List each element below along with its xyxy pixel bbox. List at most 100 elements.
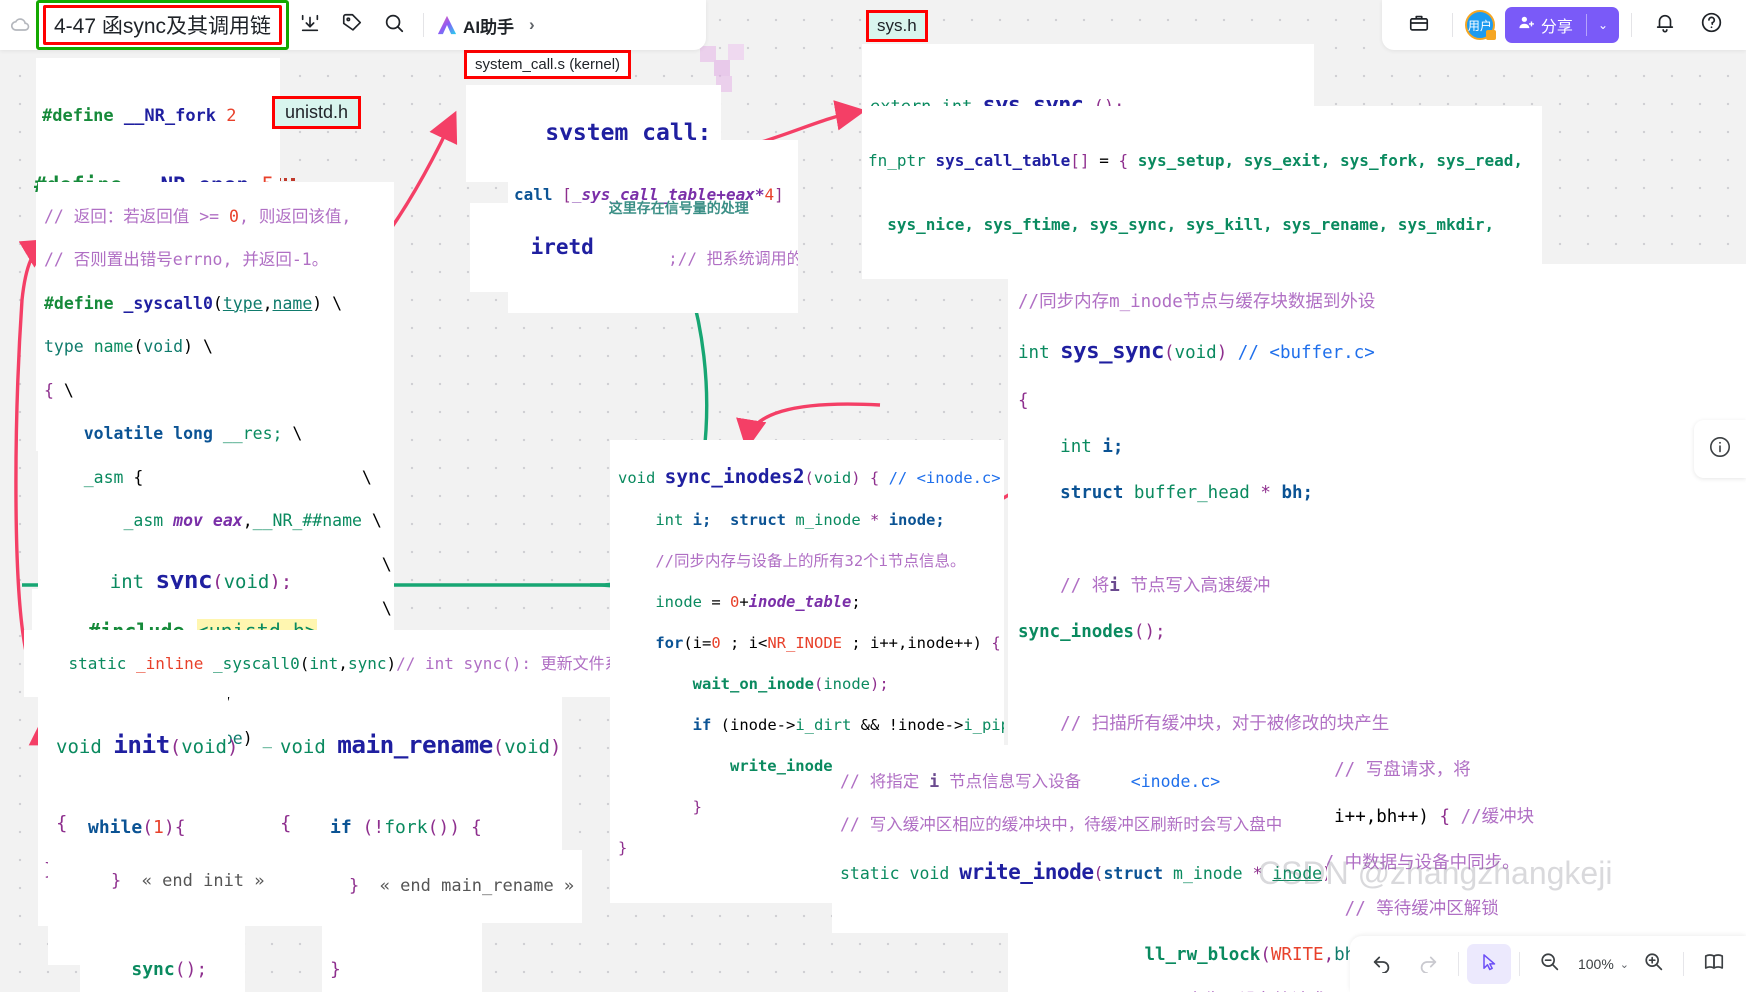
label-unistd-h-text: unistd.h: [285, 102, 349, 122]
code-line: //同步内存m_inode节点与缓存块数据到外设: [1018, 292, 1376, 313]
info-panel[interactable]: [1694, 420, 1746, 478]
code-line: // 将i 节点写入高速缓冲: [1060, 575, 1271, 596]
share-label: 分享: [1540, 19, 1573, 36]
code-line: // 写入缓冲区相应的缓冲块中，待缓冲区刷新时会写入盘中: [840, 815, 1283, 835]
zoom-in-button[interactable]: [1631, 944, 1675, 984]
zoom-in-icon: [1643, 951, 1664, 977]
help-icon: [1700, 11, 1723, 39]
code-line: wait_on_inode(inode);: [692, 675, 889, 694]
zoom-out-icon: [1539, 951, 1560, 977]
fit-to-screen-icon: [1703, 951, 1725, 978]
info-icon[interactable]: [1708, 435, 1732, 464]
redo-icon: [1417, 951, 1439, 978]
code-line: int sys_sync(void) // <buffer.c>: [1018, 338, 1375, 365]
code-line: void main_rename(void): [280, 730, 562, 760]
zoom-level-label[interactable]: 100%: [1574, 956, 1618, 972]
search-button[interactable]: [373, 4, 415, 46]
code-line: // 返回：若返回值 >= 0, 则返回该值,: [44, 206, 352, 226]
code-line: _asm { \: [83, 467, 372, 487]
redo-button[interactable]: [1406, 944, 1450, 984]
cursor-icon: [1479, 952, 1499, 977]
download-icon: [299, 12, 321, 39]
tag-icon: [341, 12, 363, 39]
code-line: for(i=0 ; i<NR_INODE ; i++,inode++) {: [655, 634, 1001, 653]
document-title-wrapper[interactable]: 4-47 函sync及其调用链: [36, 0, 290, 50]
document-title[interactable]: 4-47 函sync及其调用链: [54, 15, 271, 38]
node-write-inode-block[interactable]: // 将指定 i 节点信息写入设备 <inode.c> // 写入缓冲区相应的缓…: [832, 745, 1327, 934]
share-main[interactable]: 分享: [1505, 13, 1586, 37]
node-main-rename-end[interactable]: } « end main_rename »: [300, 850, 583, 924]
toolbar-divider-right-2: [1631, 13, 1632, 37]
code-line: if (inode->i_dirt && !inode->i_pipe): [692, 716, 1004, 734]
zoom-out-button[interactable]: [1528, 944, 1572, 984]
code-line: // 将指定 i 节点信息写入设备 <inode.c>: [840, 771, 1221, 791]
code-line: void init(void): [56, 730, 239, 760]
toolbox-button[interactable]: [1398, 4, 1440, 46]
top-right-toolbar[interactable]: 用户 分享 ⌄: [1381, 0, 1746, 50]
code-line: type name(void) \: [44, 337, 213, 357]
label-unistd-h[interactable]: unistd.h: [272, 96, 362, 129]
bottom-divider-1: [1457, 952, 1459, 976]
whiteboard-canvas[interactable]: 4-47 函sync及其调用链 AI助手 › 用户 分享 ⌄ 100% ⌄ CS…: [0, 0, 1746, 992]
code-line: int i;: [1060, 437, 1124, 458]
tag-button[interactable]: [331, 4, 373, 46]
toolbar-divider-right: [1451, 13, 1453, 37]
share-user-add-icon: [1518, 14, 1535, 36]
undo-icon: [1371, 951, 1393, 978]
code-line: }: [330, 959, 341, 980]
toolbox-icon: [1408, 12, 1430, 39]
zoom-dropdown-caret[interactable]: ⌄: [1620, 958, 1629, 971]
code-line: static void write_inode(struct m_inode *…: [840, 858, 1327, 884]
node-iretd[interactable]: iretd: [470, 203, 604, 293]
fit-to-screen-button[interactable]: [1692, 944, 1736, 984]
code-line: // 扫描所有缓冲块，对于被修改的块产生: [1060, 714, 1390, 735]
download-button[interactable]: [289, 4, 331, 46]
code-line: sys_nice, sys_ftime, sys_sync, sys_kill,…: [887, 214, 1495, 234]
signal-note-text: 这里存在信号量的处理: [608, 201, 749, 218]
label-system-call-s-text: system_call.s (kernel): [475, 56, 621, 73]
search-icon: [383, 12, 405, 39]
bottom-divider-2: [1518, 952, 1520, 976]
toolbar-divider: [423, 13, 425, 37]
code-line: _asm mov eax,__NR_##name \: [123, 511, 382, 531]
ai-assistant-button[interactable]: AI助手 ›: [432, 7, 539, 44]
code-line: //同步内存与设备上的所有32个i节点信息。: [655, 552, 966, 571]
ai-assistant-label: AI助手: [463, 17, 515, 37]
help-button[interactable]: [1690, 4, 1732, 46]
code-line: void sync_inodes2(void) { // <inode.c>: [618, 465, 1001, 489]
share-dropdown-caret[interactable]: ⌄: [1587, 18, 1619, 32]
label-sys-h[interactable]: sys.h: [866, 10, 928, 42]
code-line: inode = 0+inode_table;: [655, 593, 861, 612]
define-line: #define __NR_fork 2: [42, 105, 237, 126]
node-sys-call-table[interactable]: fn_ptr sys_call_table[] = { sys_setup, s…: [862, 106, 1542, 279]
chevron-right-icon[interactable]: ›: [529, 15, 535, 35]
code-line: {: [1018, 390, 1029, 411]
code-line: // 否则置出错号errno, 并返回-1。: [44, 250, 329, 270]
code-line: while(1){: [88, 816, 186, 838]
code-line: sync_inodes();: [1018, 621, 1166, 642]
share-button[interactable]: 分享 ⌄: [1504, 7, 1619, 43]
code-line: { \: [44, 380, 74, 400]
iretd-text: iretd: [530, 234, 594, 259]
cloud-sync-icon: [8, 12, 34, 38]
ai-logo-icon: [436, 15, 458, 35]
red-highlight-box: 4-47 函sync及其调用链: [43, 5, 283, 45]
label-system-call-s[interactable]: system_call.s (kernel): [464, 50, 632, 79]
undo-button[interactable]: [1360, 944, 1404, 984]
top-left-toolbar[interactable]: 4-47 函sync及其调用链 AI助手 ›: [0, 0, 706, 50]
label-sys-h-text: sys.h: [877, 16, 917, 35]
cursor-tool-button[interactable]: [1466, 944, 1511, 984]
code-line: if (!fork()) {: [330, 816, 482, 838]
node-init-end[interactable]: } « end init »: [62, 845, 273, 919]
code-line: volatile long __res; \: [83, 424, 303, 444]
code-line: fn_ptr sys_call_table[] = { sys_setup, s…: [868, 151, 1524, 171]
bottom-divider-3: [1683, 952, 1684, 976]
code-line: int i; struct m_inode * inode;: [655, 511, 945, 530]
code-line: sync();: [131, 959, 208, 980]
avatar-label: 用户: [1467, 18, 1492, 33]
notifications-button[interactable]: [1644, 4, 1686, 46]
avatar[interactable]: 用户: [1464, 10, 1496, 40]
bottom-toolbar[interactable]: 100% ⌄: [1349, 936, 1746, 992]
